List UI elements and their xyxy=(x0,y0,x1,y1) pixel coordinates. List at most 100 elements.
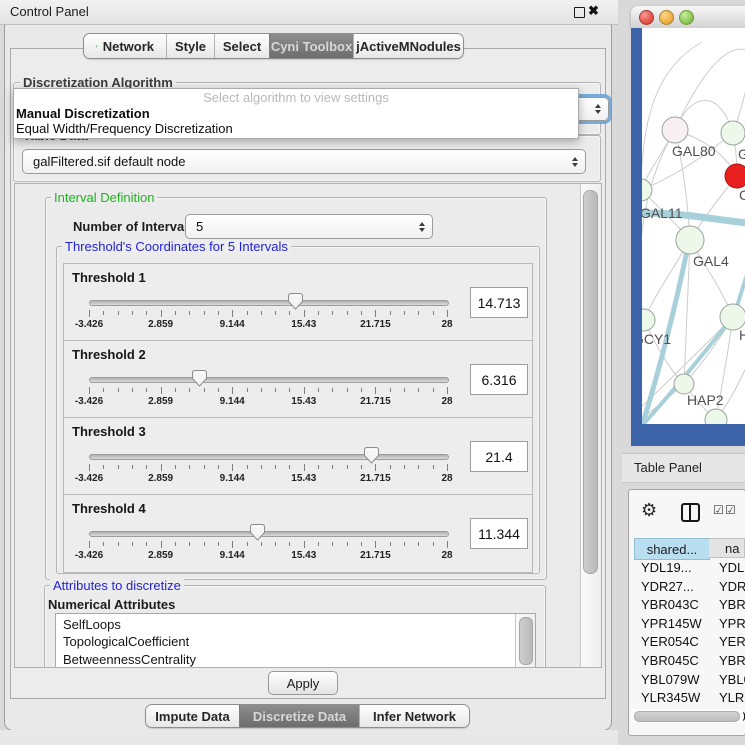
table-cell-name[interactable]: YBR0 xyxy=(719,597,745,612)
attribute-list-item[interactable]: SelfLoops xyxy=(56,616,535,634)
threshold-slider-track[interactable] xyxy=(89,454,449,460)
threshold-panel: Threshold 4-3.4262.8599.14415.4321.71528… xyxy=(63,494,533,573)
slider-tick xyxy=(289,311,290,315)
attributes-group-label: Attributes to discretize xyxy=(50,578,184,593)
settings-scrollbar[interactable] xyxy=(580,184,600,667)
close-icon[interactable]: ✖ xyxy=(588,3,599,19)
tab-style[interactable]: Style xyxy=(166,34,214,58)
slider-tick xyxy=(347,542,348,546)
column-header-name[interactable]: na xyxy=(709,538,745,558)
slider-tick xyxy=(447,541,448,548)
threshold-slider-thumb[interactable] xyxy=(250,524,265,541)
slider-tick xyxy=(247,388,248,392)
settings-scrollbar-thumb[interactable] xyxy=(583,190,598,574)
network-canvas[interactable]: GAL80GCGAL11GAL4GCY1HHAP2 xyxy=(642,28,745,424)
slider-tick xyxy=(375,387,376,394)
table-cell-shared-name[interactable]: YBL079W xyxy=(641,672,700,687)
network-node[interactable] xyxy=(662,117,688,143)
slider-tick xyxy=(418,542,419,546)
threshold-slider-thumb[interactable] xyxy=(364,447,379,464)
slider-tick xyxy=(189,542,190,546)
slider-tick xyxy=(232,310,233,317)
slider-tick xyxy=(132,465,133,469)
slider-tick xyxy=(161,387,162,394)
slider-tick xyxy=(304,541,305,548)
settings-scroll-panel: Interval Definition Number of Intervals … xyxy=(14,183,602,668)
minimize-traffic-light-icon[interactable] xyxy=(659,10,674,25)
tab-jactivemnodules[interactable]: jActiveMNodules xyxy=(353,34,463,58)
table-cell-name[interactable]: YPR1 xyxy=(719,616,745,631)
slider-tick xyxy=(89,464,90,471)
num-intervals-combo[interactable]: 5 xyxy=(185,214,433,239)
network-node[interactable] xyxy=(642,179,652,201)
threshold-slider-thumb[interactable] xyxy=(192,370,207,387)
checkbox-icon[interactable]: ☑ xyxy=(725,504,736,516)
algorithm-option[interactable]: Manual Discretization xyxy=(16,106,150,121)
table-cell-shared-name[interactable]: YER054C xyxy=(641,634,699,649)
network-node[interactable] xyxy=(676,226,704,254)
network-node[interactable] xyxy=(642,309,655,331)
table-cell-shared-name[interactable]: YDL19... xyxy=(641,560,692,575)
numerical-attributes-list[interactable]: SelfLoopsTopologicalCoefficientBetweenne… xyxy=(55,613,536,668)
table-cell-name[interactable]: YLR3 xyxy=(719,690,745,705)
table-cell-name[interactable]: YDL1 xyxy=(719,560,745,575)
table-cell-shared-name[interactable]: YBR043C xyxy=(641,597,699,612)
network-node[interactable] xyxy=(725,164,745,188)
table-cell-shared-name[interactable]: YDR27... xyxy=(641,579,694,594)
threshold-slider-track[interactable] xyxy=(89,300,449,306)
threshold-slider-track[interactable] xyxy=(89,377,449,383)
attributes-list-scrollbar[interactable] xyxy=(515,614,535,668)
float-window-icon[interactable] xyxy=(574,7,585,18)
slider-tick xyxy=(204,388,205,392)
tab-cyni-toolbox[interactable]: Cyni Toolbox xyxy=(269,34,353,58)
table-cell-name[interactable]: YBL0 xyxy=(719,672,745,687)
network-node[interactable] xyxy=(705,409,727,424)
slider-tick xyxy=(261,388,262,392)
slider-tick xyxy=(304,464,305,471)
threshold-value-field[interactable]: 11.344 xyxy=(470,518,528,549)
slider-tick xyxy=(375,541,376,548)
attributes-scrollbar-thumb[interactable] xyxy=(519,617,533,665)
slider-tick xyxy=(247,311,248,315)
threshold-slider-track[interactable] xyxy=(89,531,449,537)
table-cell-name[interactable]: YER0 xyxy=(719,634,745,649)
gear-icon[interactable]: ⚙ xyxy=(641,501,657,519)
attribute-list-item[interactable]: TopologicalCoefficient xyxy=(56,634,535,652)
table-cell-name[interactable]: YDR2 xyxy=(719,579,745,594)
tab-infer-network[interactable]: Infer Network xyxy=(359,705,469,727)
zoom-traffic-light-icon[interactable] xyxy=(679,10,694,25)
network-node[interactable] xyxy=(721,121,745,145)
threshold-value-field[interactable]: 14.713 xyxy=(470,287,528,318)
slider-tick xyxy=(161,464,162,471)
slider-tick xyxy=(289,388,290,392)
popup-placeholder[interactable]: Select algorithm to view settings xyxy=(14,90,578,105)
tab-impute-data[interactable]: Impute Data xyxy=(146,705,239,727)
tab-network[interactable]: Network xyxy=(84,34,166,58)
network-node[interactable] xyxy=(674,374,694,394)
attribute-list-item[interactable]: BetweennessCentrality xyxy=(56,651,535,668)
table-cell-shared-name[interactable]: YLR345W xyxy=(641,690,700,705)
network-node-label: GAL11 xyxy=(642,205,683,221)
threshold-panel: Threshold 3-3.4262.8599.14415.4321.71528… xyxy=(63,417,533,496)
table-hscrollbar[interactable] xyxy=(631,709,743,723)
close-traffic-light-icon[interactable] xyxy=(639,10,654,25)
tab-select[interactable]: Select xyxy=(214,34,269,58)
slider-tick xyxy=(418,388,419,392)
table-hscrollbar-thumb[interactable] xyxy=(634,711,740,722)
slider-tick xyxy=(390,388,391,392)
network-window-titlebar[interactable] xyxy=(631,6,745,29)
column-header-shared-name[interactable]: shared... xyxy=(634,538,710,560)
table-cell-name[interactable]: YBR0 xyxy=(719,653,745,668)
apply-button[interactable]: Apply xyxy=(268,671,338,695)
threshold-value-field[interactable]: 21.4 xyxy=(470,441,528,472)
checkbox-icon[interactable]: ☑ xyxy=(713,504,724,516)
threshold-value-field[interactable]: 6.316 xyxy=(470,364,528,395)
tab-label: Impute Data xyxy=(155,709,229,724)
threshold-slider-thumb[interactable] xyxy=(288,293,303,310)
columns-icon[interactable] xyxy=(681,503,700,522)
table-data-combo[interactable]: galFiltered.sif default node xyxy=(22,149,586,174)
table-cell-shared-name[interactable]: YPR145W xyxy=(641,616,702,631)
algorithm-option[interactable]: Equal Width/Frequency Discretization xyxy=(16,121,233,136)
table-cell-shared-name[interactable]: YBR045C xyxy=(641,653,699,668)
tab-discretize-data[interactable]: Discretize Data xyxy=(239,705,359,727)
